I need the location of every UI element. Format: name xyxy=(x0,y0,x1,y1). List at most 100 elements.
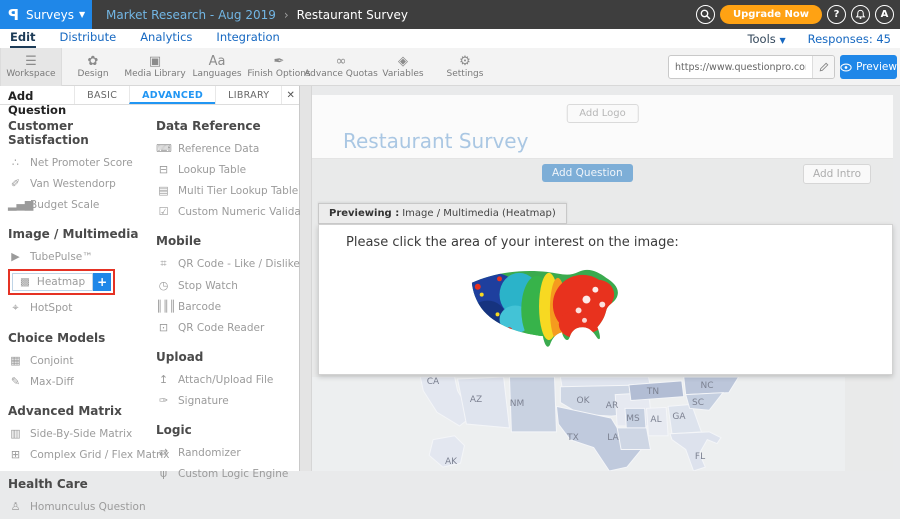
workspace-icon: ☰ xyxy=(25,55,37,68)
toolbar-item-label: Workspace xyxy=(6,69,55,79)
preview-button[interactable]: Preview xyxy=(840,55,897,79)
toolbar-item-variables[interactable]: ◈Variables xyxy=(372,48,434,86)
question-type-qr-code-like-dislike[interactable]: ⌗QR Code - Like / Dislike xyxy=(156,253,300,275)
question-type-label: Attach/Upload File xyxy=(178,374,273,386)
question-type-max-diff[interactable]: ✎Max-Diff xyxy=(8,371,150,392)
question-type-custom-logic-engine[interactable]: ψCustom Logic Engine xyxy=(156,463,300,484)
upgrade-now-button[interactable]: Upgrade Now xyxy=(720,5,822,24)
conjoint-icon: ▦ xyxy=(8,354,23,367)
add-question-button[interactable]: Add Question xyxy=(542,164,633,182)
question-type-label: Barcode xyxy=(178,301,221,313)
questionpro-logo-icon: P xyxy=(8,6,19,24)
question-type-qr-code-reader[interactable]: ⊡QR Code Reader xyxy=(156,317,300,338)
heatmap-image[interactable] xyxy=(456,265,628,349)
nav-tab-integration[interactable]: Integration xyxy=(216,29,279,48)
multi-tier-lookup-icon: ▤ xyxy=(156,184,171,197)
edit-url-button[interactable] xyxy=(812,56,834,78)
question-type-side-by-side-matrix[interactable]: ▥Side-By-Side Matrix xyxy=(8,423,150,444)
question-type-custom-numeric-validator[interactable]: ☑Custom Numeric Validator xyxy=(156,201,300,222)
question-type-label: Net Promoter Score xyxy=(30,157,133,169)
surveys-menu[interactable]: Surveys ▼ xyxy=(26,8,85,22)
add-heatmap-button[interactable]: + xyxy=(93,273,111,291)
question-type-stop-watch[interactable]: ◷Stop Watch xyxy=(156,275,300,296)
previewing-label: Previewing : xyxy=(329,208,399,219)
help-button[interactable]: ? xyxy=(827,5,846,24)
stop-watch-icon: ◷ xyxy=(156,279,171,292)
add-intro-button[interactable]: Add Intro xyxy=(803,164,871,184)
panel-column: Customer Satisfaction ∴Net Promoter Score… xyxy=(8,107,150,517)
question-type-complex-grid-flex-matrix[interactable]: ⊞Complex Grid / Flex Matrix xyxy=(8,444,150,465)
question-type-label: Randomizer xyxy=(178,447,241,459)
max-diff-icon: ✎ xyxy=(8,375,23,388)
toolbar-item-advance-quotas[interactable]: ∞Advance Quotas xyxy=(310,48,372,86)
question-type-tubepulse[interactable]: ▶TubePulse™ xyxy=(8,246,150,267)
nav-tab-analytics[interactable]: Analytics xyxy=(140,29,192,48)
section-title: Customer Satisfaction xyxy=(8,119,150,147)
toolbar-item-media-library[interactable]: ▣Media Library xyxy=(124,48,186,86)
notifications-button[interactable] xyxy=(851,5,870,24)
section-customer-satisfaction: Customer Satisfaction ∴Net Promoter Score… xyxy=(8,119,150,215)
avatar[interactable]: A xyxy=(875,5,894,24)
section-health-care: Health Care♙Homunculus Question xyxy=(8,477,150,517)
toolbar-item-label: Finish Options xyxy=(247,69,310,79)
qr-code-like-icon: ⌗ xyxy=(156,257,171,271)
survey-title[interactable]: Restaurant Survey xyxy=(343,129,528,153)
question-type-attach-upload-file[interactable]: ↥ Attach/Upload File xyxy=(156,369,300,390)
state-label-la: LA xyxy=(607,433,618,443)
question-type-randomizer[interactable]: ⇄Randomizer xyxy=(156,442,300,463)
media-library-icon: ▣ xyxy=(149,55,161,68)
panel-tab-library[interactable]: LIBRARY xyxy=(215,86,281,104)
state-label-nm: NM xyxy=(510,399,525,409)
state-label-tn: TN xyxy=(647,387,659,397)
question-type-budget-scale[interactable]: ▂▄▆Budget Scale xyxy=(8,194,150,215)
question-type-multi-tier-lookup-table[interactable]: ▤Multi Tier Lookup Table xyxy=(156,180,300,201)
add-logo-button[interactable]: Add Logo xyxy=(566,104,639,123)
toolbar-item-label: Design xyxy=(77,69,108,79)
question-type-barcode[interactable]: ║║║Barcode xyxy=(156,296,300,317)
toolbar-item-label: Advance Quotas xyxy=(304,69,378,79)
panel-tab-basic[interactable]: BASIC xyxy=(74,86,129,104)
survey-nav: Edit Distribute Analytics Integration Tools… xyxy=(0,29,900,48)
toolbar-item-settings[interactable]: ⚙Settings xyxy=(434,48,496,86)
question-type-label: Custom Logic Engine xyxy=(178,468,288,480)
add-question-panel: Add Question BASICADVANCEDLIBRARY ✕ Cust… xyxy=(0,86,300,471)
question-preview-panel: Please click the area of your interest o… xyxy=(318,224,893,375)
toolbar-item-workspace[interactable]: ☰Workspace xyxy=(0,48,62,86)
add-question-panel-header: Add Question BASICADVANCEDLIBRARY ✕ xyxy=(0,86,299,105)
toolbar-item-finish-options[interactable]: ✒Finish Options xyxy=(248,48,310,86)
heatmap-icon: ▩ xyxy=(20,276,30,288)
question-type-lookup-table[interactable]: ⊟Lookup Table xyxy=(156,159,300,180)
section-image-multimedia: Image / Multimedia▶TubePulse™▩Heatmap+⌖H… xyxy=(8,227,150,319)
toolbar-item-design[interactable]: ✿Design xyxy=(62,48,124,86)
toolbar-item-languages[interactable]: AaLanguages xyxy=(186,48,248,86)
tubepulse-icon: ▶ xyxy=(8,250,23,263)
search-button[interactable] xyxy=(696,5,715,24)
question-type-label: Homunculus Question xyxy=(30,501,146,513)
nav-tab-distribute[interactable]: Distribute xyxy=(60,29,117,48)
question-type-homunculus-question[interactable]: ♙Homunculus Question xyxy=(8,496,150,517)
design-palette-icon: ✿ xyxy=(88,55,99,68)
question-type-hotspot[interactable]: ⌖HotSpot xyxy=(8,297,150,319)
search-icon xyxy=(700,9,711,20)
close-panel-button[interactable]: ✕ xyxy=(281,86,299,104)
breadcrumb-separator-icon: › xyxy=(284,8,289,22)
state-label-az: AZ xyxy=(470,395,482,405)
question-type-signature[interactable]: ✑Signature xyxy=(156,390,300,411)
responses-count[interactable]: Responses: 45 xyxy=(808,32,891,46)
question-type-heatmap[interactable]: ▩Heatmap xyxy=(12,273,93,291)
nav-tab-edit[interactable]: Edit xyxy=(10,29,36,48)
question-type-reference-data[interactable]: ⌨Reference Data xyxy=(156,138,300,159)
survey-url-input[interactable] xyxy=(669,62,812,73)
numeric-validator-icon: ☑ xyxy=(156,205,171,218)
question-type-net-promoter-score[interactable]: ∴Net Promoter Score xyxy=(8,152,150,173)
attach-upload-icon: ↥ xyxy=(156,373,171,386)
panel-tab-advanced[interactable]: ADVANCED xyxy=(129,86,215,104)
tools-menu[interactable]: Tools ▼ xyxy=(747,32,785,46)
breadcrumb-parent[interactable]: Market Research - Aug 2019 xyxy=(106,8,276,22)
previewing-question-type: Image / Multimedia (Heatmap) xyxy=(402,208,556,219)
question-type-conjoint[interactable]: ▦Conjoint xyxy=(8,350,150,371)
question-type-van-westendorp[interactable]: ✐Van Westendorp xyxy=(8,173,150,194)
question-type-label: Budget Scale xyxy=(30,199,99,211)
question-type-label: Van Westendorp xyxy=(30,178,116,190)
app-logo-area[interactable]: P Surveys ▼ xyxy=(0,0,92,29)
